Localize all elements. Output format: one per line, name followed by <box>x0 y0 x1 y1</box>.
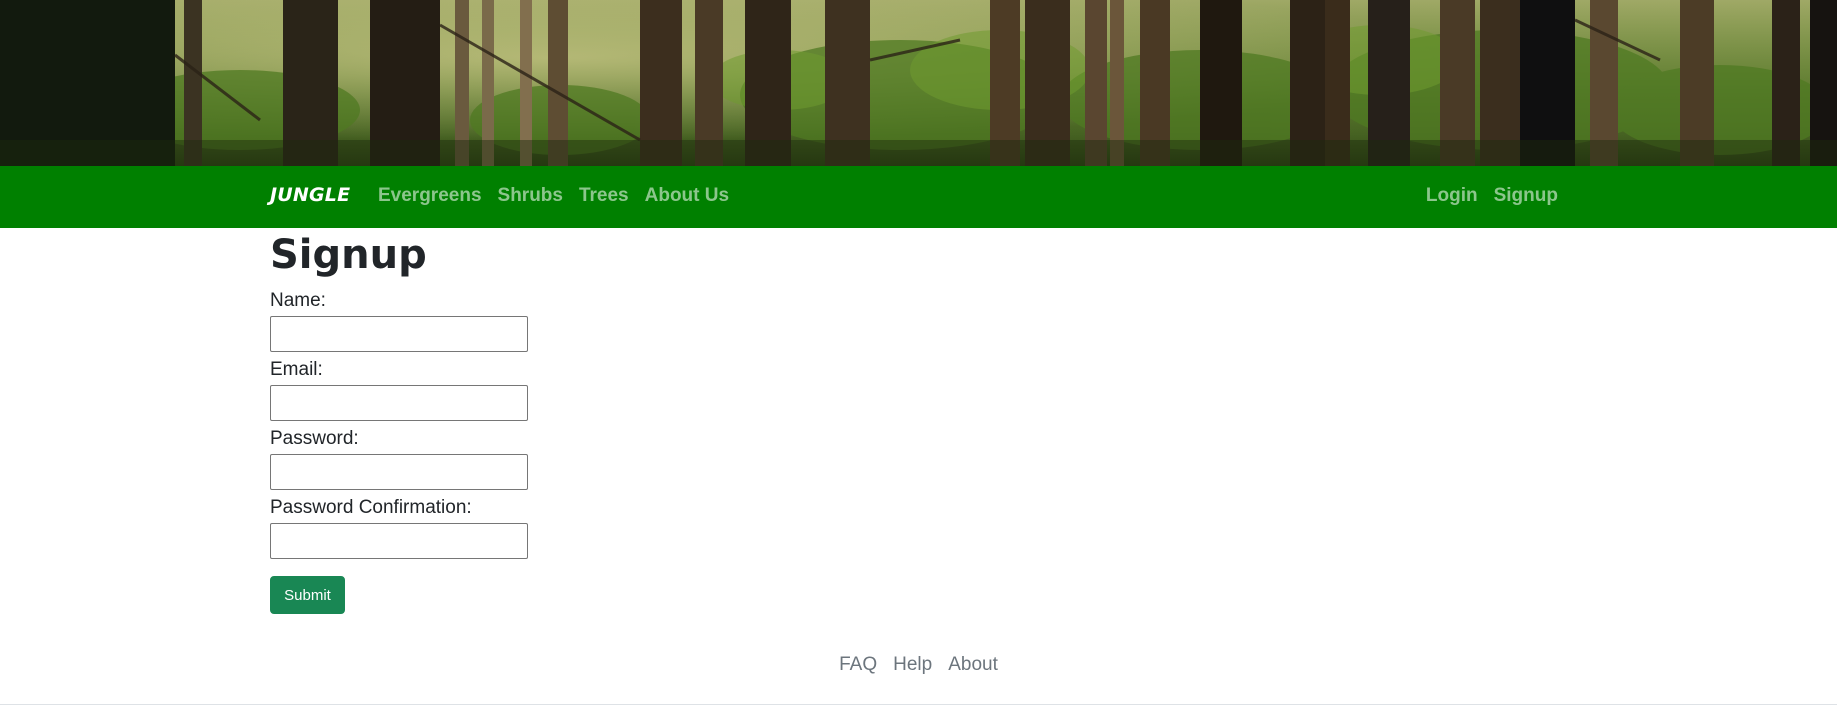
name-field[interactable] <box>270 316 528 352</box>
signup-form: Name: Email: Password: Password Confirma… <box>270 289 870 614</box>
signup-section: Signup Name: Email: Password: Password C… <box>270 228 870 614</box>
footer: FAQ Help About <box>0 654 1837 676</box>
page-title: Signup <box>270 232 427 278</box>
nav-link-trees[interactable]: Trees <box>579 185 629 207</box>
footer-divider <box>0 704 1837 705</box>
nav-link-signup[interactable]: Signup <box>1494 185 1558 207</box>
password-field[interactable] <box>270 454 528 490</box>
email-label: Email: <box>270 359 323 380</box>
navbar: JUNGLE Evergreens Shrubs Trees About Us … <box>0 166 1837 228</box>
name-label: Name: <box>270 290 326 311</box>
nav-link-about-us[interactable]: About Us <box>645 185 729 207</box>
forest-banner <box>0 0 1837 166</box>
footer-link-faq[interactable]: FAQ <box>839 654 877 676</box>
password-confirmation-label: Password Confirmation: <box>270 497 472 518</box>
nav-links: Evergreens Shrubs Trees About Us <box>378 185 729 207</box>
nav-link-evergreens[interactable]: Evergreens <box>378 185 482 207</box>
nav-link-login[interactable]: Login <box>1426 185 1478 207</box>
submit-button[interactable]: Submit <box>270 576 345 614</box>
password-confirmation-field[interactable] <box>270 523 528 559</box>
email-field[interactable] <box>270 385 528 421</box>
nav-auth-links: Login Signup <box>1426 185 1558 207</box>
footer-link-about[interactable]: About <box>948 654 998 676</box>
footer-link-help[interactable]: Help <box>893 654 932 676</box>
nav-link-shrubs[interactable]: Shrubs <box>498 185 563 207</box>
password-label: Password: <box>270 428 359 449</box>
brand-logo-link[interactable]: JUNGLE <box>270 184 350 206</box>
forest-banner-image <box>0 0 1837 166</box>
